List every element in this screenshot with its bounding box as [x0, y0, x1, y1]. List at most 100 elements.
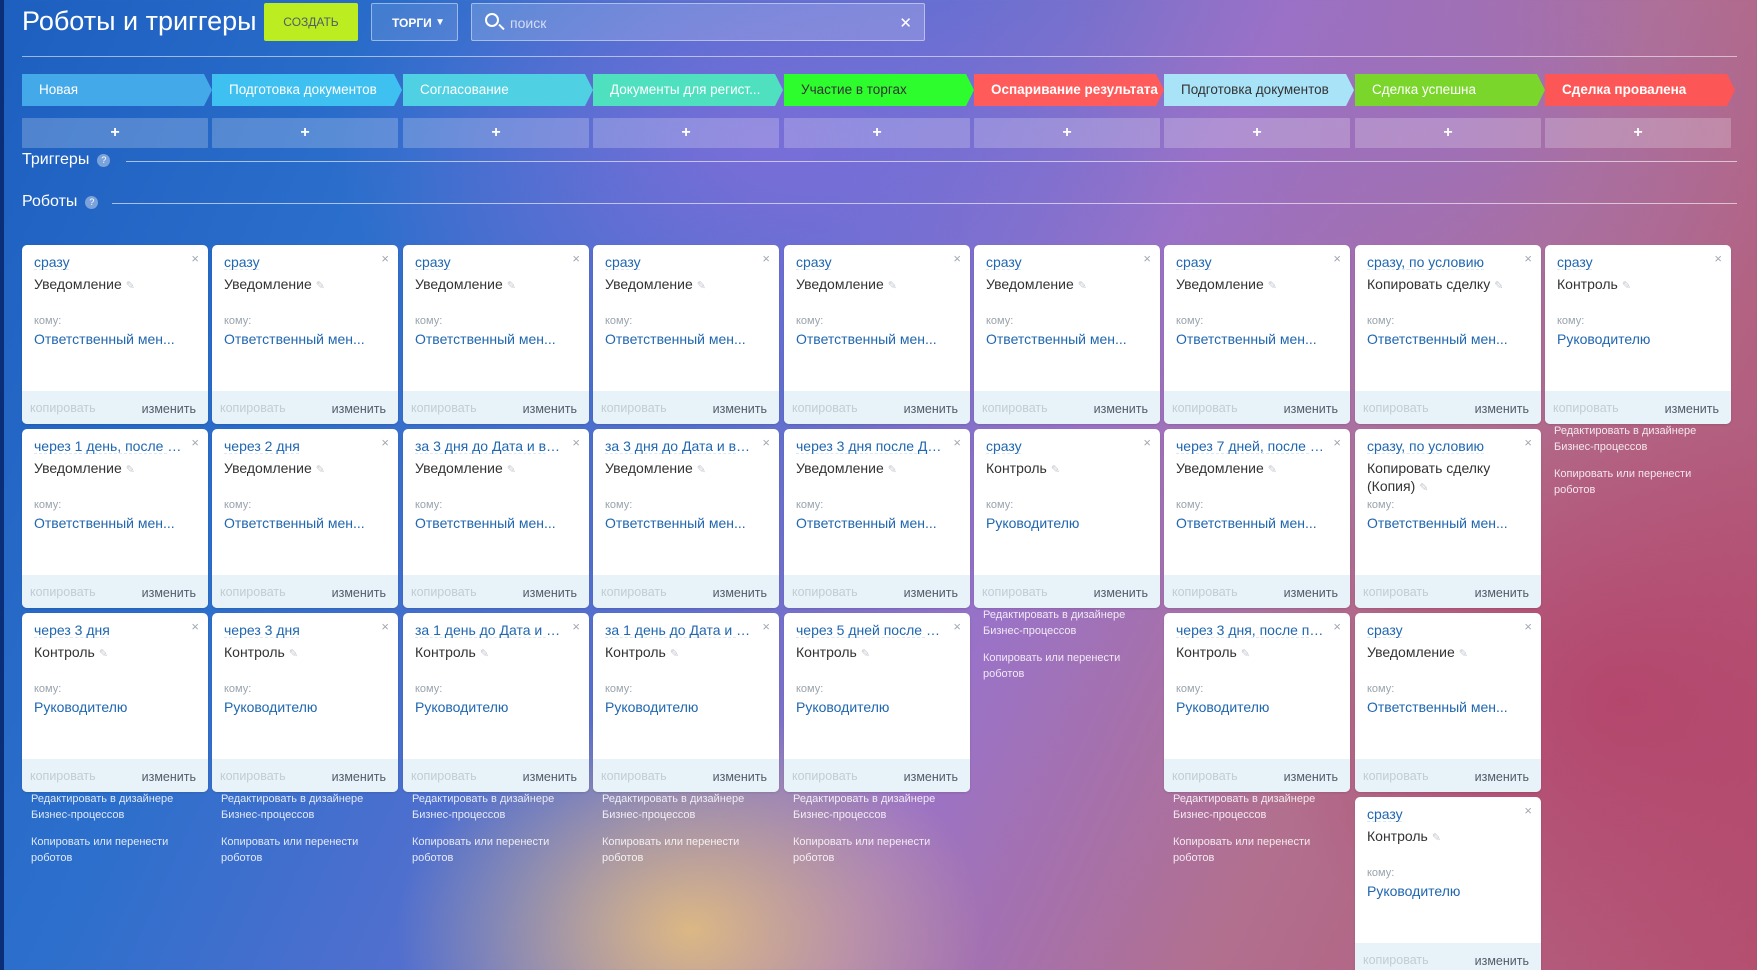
- robot-delay-link[interactable]: через 7 дней, после п...: [1176, 438, 1326, 454]
- recipient-link[interactable]: Ответственный мен...: [796, 515, 961, 531]
- close-icon[interactable]: ×: [1333, 251, 1341, 266]
- pencil-icon[interactable]: ✎: [670, 648, 679, 660]
- robot-delay-link[interactable]: за 1 день до Дата и вр...: [605, 622, 755, 638]
- robot-delay-link[interactable]: сразу: [1176, 254, 1326, 270]
- recipient-link[interactable]: Ответственный мен...: [796, 331, 961, 347]
- pencil-icon[interactable]: ✎: [1622, 280, 1631, 292]
- pencil-icon[interactable]: ✎: [316, 464, 325, 476]
- recipient-link[interactable]: Руководителю: [34, 699, 199, 715]
- close-icon[interactable]: ×: [572, 435, 580, 450]
- close-icon[interactable]: ×: [762, 619, 770, 634]
- close-icon[interactable]: ×: [762, 435, 770, 450]
- edit-robot-button[interactable]: изменить: [523, 770, 577, 784]
- edit-robot-button[interactable]: изменить: [904, 402, 958, 416]
- robot-card[interactable]: × сразу, по условию Копировать сделку ✎ кому…: [1355, 245, 1541, 424]
- pencil-icon[interactable]: ✎: [1241, 648, 1250, 660]
- recipient-link[interactable]: Ответственный мен...: [605, 331, 770, 347]
- robot-card[interactable]: × через 3 дня после Дат... Уведомление ✎ ком…: [784, 429, 970, 608]
- close-icon[interactable]: ×: [1333, 435, 1341, 450]
- copy-robot-button[interactable]: копировать: [1363, 585, 1429, 599]
- edit-robot-button[interactable]: изменить: [1284, 586, 1338, 600]
- copy-move-robots-link[interactable]: Копировать или перенести роботов: [1173, 834, 1353, 866]
- robot-delay-link[interactable]: сразу, по условию: [1367, 438, 1517, 454]
- close-icon[interactable]: ×: [381, 619, 389, 634]
- recipient-link[interactable]: Ответственный мен...: [415, 331, 580, 347]
- robot-delay-link[interactable]: сразу: [1367, 622, 1517, 638]
- edit-robot-button[interactable]: изменить: [332, 770, 386, 784]
- stage-tab[interactable]: Подготовка документов: [1164, 74, 1354, 106]
- robot-card[interactable]: × через 2 дня Уведомление ✎ кому: Ответственн…: [212, 429, 398, 608]
- robot-card[interactable]: × сразу Уведомление ✎ кому: Ответственный мен…: [784, 245, 970, 424]
- recipient-link[interactable]: Ответственный мен...: [224, 331, 389, 347]
- close-icon[interactable]: ×: [953, 619, 961, 634]
- recipient-link[interactable]: Ответственный мен...: [224, 515, 389, 531]
- robot-delay-link[interactable]: сразу, по условию: [1367, 254, 1517, 270]
- copy-move-robots-link[interactable]: Копировать или перенести роботов: [983, 650, 1163, 682]
- add-trigger-button[interactable]: +: [784, 118, 970, 148]
- edit-in-designer-link[interactable]: Редактировать в дизайнере Бизнес-процесс…: [1173, 791, 1353, 823]
- pencil-icon[interactable]: ✎: [507, 280, 516, 292]
- robot-card[interactable]: × сразу Уведомление ✎ кому: Ответственный мен…: [593, 245, 779, 424]
- close-icon[interactable]: ×: [1524, 251, 1532, 266]
- edit-robot-button[interactable]: изменить: [332, 586, 386, 600]
- robot-card[interactable]: × сразу Уведомление ✎ кому: Ответственный мен…: [212, 245, 398, 424]
- copy-robot-button[interactable]: копировать: [601, 585, 667, 599]
- pencil-icon[interactable]: ✎: [697, 280, 706, 292]
- edit-in-designer-link[interactable]: Редактировать в дизайнере Бизнес-процесс…: [221, 791, 401, 823]
- pencil-icon[interactable]: ✎: [861, 648, 870, 660]
- robot-delay-link[interactable]: за 3 дня до Дата и вре...: [605, 438, 755, 454]
- pencil-icon[interactable]: ✎: [1419, 482, 1428, 494]
- copy-robot-button[interactable]: копировать: [30, 585, 96, 599]
- copy-robot-button[interactable]: копировать: [601, 769, 667, 783]
- close-icon[interactable]: ×: [1524, 619, 1532, 634]
- copy-robot-button[interactable]: копировать: [982, 585, 1048, 599]
- robot-card[interactable]: × сразу Контроль ✎ кому: Руководителю копирова…: [974, 429, 1160, 608]
- recipient-link[interactable]: Ответственный мен...: [1367, 699, 1532, 715]
- add-trigger-button[interactable]: +: [22, 118, 208, 148]
- edit-in-designer-link[interactable]: Редактировать в дизайнере Бизнес-процесс…: [1554, 423, 1734, 455]
- robot-delay-link[interactable]: сразу: [986, 438, 1136, 454]
- robot-card[interactable]: × сразу Уведомление ✎ кому: Ответственный мен…: [1164, 245, 1350, 424]
- copy-move-robots-link[interactable]: Копировать или перенести роботов: [793, 834, 973, 866]
- robot-delay-link[interactable]: через 2 дня: [224, 438, 374, 454]
- edit-robot-button[interactable]: изменить: [713, 402, 767, 416]
- close-icon[interactable]: ×: [953, 435, 961, 450]
- robot-delay-link[interactable]: через 1 день, после п...: [34, 438, 184, 454]
- copy-move-robots-link[interactable]: Копировать или перенести роботов: [31, 834, 211, 866]
- recipient-link[interactable]: Ответственный мен...: [1367, 331, 1532, 347]
- copy-move-robots-link[interactable]: Копировать или перенести роботов: [1554, 466, 1734, 498]
- add-trigger-button[interactable]: +: [974, 118, 1160, 148]
- pencil-icon[interactable]: ✎: [1051, 464, 1060, 476]
- pencil-icon[interactable]: ✎: [1494, 280, 1503, 292]
- close-icon[interactable]: ×: [762, 251, 770, 266]
- robot-card[interactable]: × сразу, по условию Копировать сделку (Коп…: [1355, 429, 1541, 608]
- copy-robot-button[interactable]: копировать: [220, 401, 286, 415]
- stage-tab[interactable]: Согласование: [403, 74, 593, 106]
- pencil-icon[interactable]: ✎: [1268, 280, 1277, 292]
- pencil-icon[interactable]: ✎: [888, 280, 897, 292]
- robot-card[interactable]: × за 3 дня до Дата и вре... Уведомление ✎ ко…: [403, 429, 589, 608]
- edit-in-designer-link[interactable]: Редактировать в дизайнере Бизнес-процесс…: [412, 791, 592, 823]
- edit-robot-button[interactable]: изменить: [904, 586, 958, 600]
- edit-robot-button[interactable]: изменить: [1475, 586, 1529, 600]
- pencil-icon[interactable]: ✎: [1432, 832, 1441, 844]
- copy-robot-button[interactable]: копировать: [30, 769, 96, 783]
- edit-robot-button[interactable]: изменить: [1665, 402, 1719, 416]
- copy-robot-button[interactable]: копировать: [792, 401, 858, 415]
- edit-robot-button[interactable]: изменить: [1475, 954, 1529, 968]
- copy-robot-button[interactable]: копировать: [30, 401, 96, 415]
- robot-card[interactable]: × сразу Уведомление ✎ кому: Ответственный мен…: [22, 245, 208, 424]
- robot-card[interactable]: × через 3 дня Контроль ✎ кому: Руководителю ко…: [22, 613, 208, 792]
- recipient-link[interactable]: Ответственный мен...: [986, 331, 1151, 347]
- add-trigger-button[interactable]: +: [1164, 118, 1350, 148]
- add-trigger-button[interactable]: +: [1545, 118, 1731, 148]
- recipient-link[interactable]: Руководителю: [415, 699, 580, 715]
- copy-robot-button[interactable]: копировать: [601, 401, 667, 415]
- close-icon[interactable]: ×: [381, 435, 389, 450]
- edit-robot-button[interactable]: изменить: [1475, 770, 1529, 784]
- recipient-link[interactable]: Руководителю: [986, 515, 1151, 531]
- recipient-link[interactable]: Руководителю: [796, 699, 961, 715]
- clear-icon[interactable]: ✕: [899, 14, 912, 32]
- recipient-link[interactable]: Руководителю: [1557, 331, 1722, 347]
- recipient-link[interactable]: Ответственный мен...: [1367, 515, 1532, 531]
